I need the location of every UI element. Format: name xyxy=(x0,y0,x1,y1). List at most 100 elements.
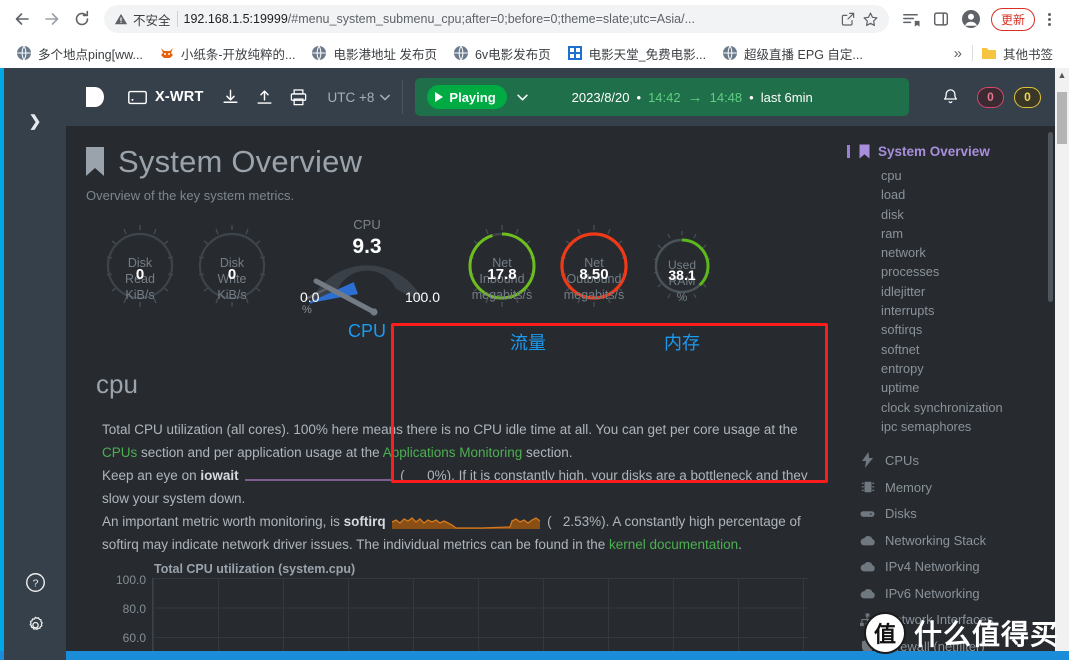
cloud-icon xyxy=(859,588,876,599)
bookmark-item[interactable]: 电影天堂_免费电影... xyxy=(559,41,714,66)
gauge-disk-read[interactable]: Disk Read KiB/s 0 xyxy=(94,217,186,337)
page-scrollbar[interactable]: ▲ xyxy=(1055,68,1069,660)
import-icon[interactable] xyxy=(214,80,248,114)
bell-icon[interactable] xyxy=(933,80,967,114)
time-range-picker[interactable]: Playing 2023/8/20 • 14:42 → 14:48 • last… xyxy=(415,78,909,116)
other-bookmarks-folder[interactable]: 其他书签 xyxy=(973,41,1061,66)
menu-group-disks[interactable]: Disks xyxy=(859,506,1055,521)
gauge-disk-write[interactable]: Disk Write KiB/s 0 xyxy=(186,217,278,337)
gauge-cpu[interactable]: CPU 9.3 0.0 % 100.0 CPU xyxy=(292,217,442,337)
submenu-item-uptime[interactable]: uptime xyxy=(881,378,1055,397)
forward-arrow-icon[interactable] xyxy=(38,5,66,33)
menu-group-ipv6-networking[interactable]: IPv6 Networking xyxy=(859,586,1055,601)
menu-group-label: Networking Stack xyxy=(885,533,986,548)
back-arrow-icon[interactable] xyxy=(8,5,36,33)
gauge-used-ram[interactable]: Used RAM % 38.1 内存 xyxy=(640,217,724,337)
bookmark-item[interactable]: 电影港地址 发布页 xyxy=(303,41,444,66)
menu-group-label: IPv6 Networking xyxy=(885,586,980,601)
bookmark-item[interactable]: 多个地点ping[ww... xyxy=(8,41,151,66)
ram-gauge-caption: 内存 xyxy=(640,329,724,355)
gauge-net-outbound[interactable]: Net Outbound megabits/s 8.50 xyxy=(548,217,640,337)
chevron-right-icon[interactable]: ❯ xyxy=(29,112,42,130)
menu-group-network-interfaces[interactable]: Network Interfaces xyxy=(859,612,1055,627)
blue-square-icon xyxy=(567,45,583,61)
bookmark-item[interactable]: 超级直播 EPG 自定... xyxy=(714,41,871,66)
submenu-header[interactable]: System Overview xyxy=(847,144,1055,159)
menu-group-cpus[interactable]: CPUs xyxy=(859,452,1055,468)
export-icon[interactable] xyxy=(248,80,282,114)
desc-p3-paren: ( xyxy=(547,514,552,529)
help-circle-icon[interactable]: ? xyxy=(25,572,46,593)
submenu-item-ram[interactable]: ram xyxy=(881,224,1055,243)
bookmark-item[interactable]: 小纸条-开放纯粹的... xyxy=(151,41,304,66)
browser-chrome: 不安全 192.168.1.5:19999/#menu_system_subme… xyxy=(0,0,1069,68)
three-dot-menu-icon[interactable] xyxy=(1037,13,1061,26)
chart-plot-region[interactable]: 100.0 80.0 60.0 40.0 xyxy=(102,578,808,660)
globe-icon xyxy=(311,45,327,61)
duration-label: last 6min xyxy=(761,90,813,105)
address-bar[interactable]: 不安全 192.168.1.5:19999/#menu_system_subme… xyxy=(104,5,889,33)
url-path: /#menu_system_submenu_cpu;after=0;before… xyxy=(288,12,695,26)
submenu-item-disk[interactable]: disk xyxy=(881,205,1055,224)
submenu-item-ipc-semaphores[interactable]: ipc semaphores xyxy=(881,417,1055,436)
kernel-documentation-link[interactable]: kernel documentation xyxy=(609,537,738,552)
bookmarks-bar: 多个地点ping[ww... 小纸条-开放纯粹的... 电影港地址 发布页 6v… xyxy=(0,38,1069,68)
apps-monitoring-link[interactable]: Applications Monitoring xyxy=(383,445,523,460)
host-chip[interactable]: X-WRT xyxy=(128,89,204,105)
submenu-item-clock-synchronization[interactable]: clock synchronization xyxy=(881,398,1055,417)
url-text[interactable]: 192.168.1.5:19999/#menu_system_submenu_c… xyxy=(184,12,834,26)
cpu-chart[interactable]: Total CPU utilization (system.cpu) 100.0… xyxy=(102,562,808,660)
submenu-item-softnet[interactable]: softnet xyxy=(881,340,1055,359)
update-button[interactable]: 更新 xyxy=(991,8,1035,31)
submenu-item-load[interactable]: load xyxy=(881,185,1055,204)
submenu-item-softirqs[interactable]: softirqs xyxy=(881,320,1055,339)
profile-avatar-icon[interactable] xyxy=(957,5,985,33)
submenu-item-entropy[interactable]: entropy xyxy=(881,359,1055,378)
softirq-sparkline xyxy=(392,514,540,530)
menu-group-memory[interactable]: Memory xyxy=(859,480,1055,495)
chart-grid[interactable] xyxy=(152,578,808,660)
gear-icon[interactable] xyxy=(25,615,46,636)
iowait-value: 0%) xyxy=(427,468,451,483)
bookmarks-overflow-button[interactable]: » xyxy=(944,45,972,62)
folder-icon xyxy=(981,45,997,61)
submenu-item-cpu[interactable]: cpu xyxy=(881,166,1055,185)
menu-group-networking-stack[interactable]: Networking Stack xyxy=(859,533,1055,548)
netdata-logo-icon[interactable] xyxy=(76,78,114,116)
scroll-up-arrow-icon[interactable]: ▲ xyxy=(1055,70,1069,80)
menu-group-label: Disks xyxy=(885,506,917,521)
time-range-text[interactable]: 2023/8/20 • 14:42 → 14:48 • last 6min xyxy=(572,89,813,106)
submenu-scrollbar-thumb[interactable] xyxy=(1048,132,1053,302)
bookmark-icon xyxy=(84,146,106,178)
timezone-selector[interactable]: UTC +8 xyxy=(328,90,391,105)
submenu-item-processes[interactable]: processes xyxy=(881,262,1055,281)
play-triangle-icon xyxy=(435,92,443,102)
side-panel-icon[interactable] xyxy=(927,5,955,33)
app-topbar: X-WRT UTC +8 Playing 2023/8/20 • 14:42 xyxy=(66,68,1055,126)
print-icon[interactable] xyxy=(282,80,316,114)
play-state-button[interactable]: Playing xyxy=(427,85,506,109)
page-title: System Overview xyxy=(84,144,808,180)
bookmark-label: 超级直播 EPG 自定... xyxy=(744,44,863,63)
share-icon[interactable] xyxy=(840,11,856,27)
submenu-item-idlejitter[interactable]: idlejitter xyxy=(881,282,1055,301)
chevron-down-icon[interactable] xyxy=(517,94,528,101)
reading-list-icon[interactable] xyxy=(897,5,925,33)
warning-alarm-badge[interactable]: 0 xyxy=(1014,87,1041,108)
submenu-item-interrupts[interactable]: interrupts xyxy=(881,301,1055,320)
critical-alarm-badge[interactable]: 0 xyxy=(977,87,1004,108)
bookmark-item[interactable]: 6v电影发布页 xyxy=(445,41,559,66)
cpus-link[interactable]: CPUs xyxy=(102,445,137,460)
security-chip[interactable]: 不安全 xyxy=(114,10,171,29)
cpu-gauge-max: 100.0 xyxy=(405,289,440,305)
star-icon[interactable] xyxy=(862,11,879,28)
submenu-item-network[interactable]: network xyxy=(881,243,1055,262)
page-subtitle: Overview of the key system metrics. xyxy=(86,188,808,203)
sitemap-icon xyxy=(859,613,876,627)
reload-icon[interactable] xyxy=(68,5,96,33)
page-scrollbar-thumb[interactable] xyxy=(1057,92,1067,144)
gauge-net-inbound[interactable]: Net Inbound megabits/s 17.8 流量 xyxy=(456,217,548,337)
bookmark-label: 电影港地址 发布页 xyxy=(333,44,436,63)
menu-group-ipv4-networking[interactable]: IPv4 Networking xyxy=(859,559,1055,574)
cpu-gauge-title: CPU xyxy=(292,217,442,232)
